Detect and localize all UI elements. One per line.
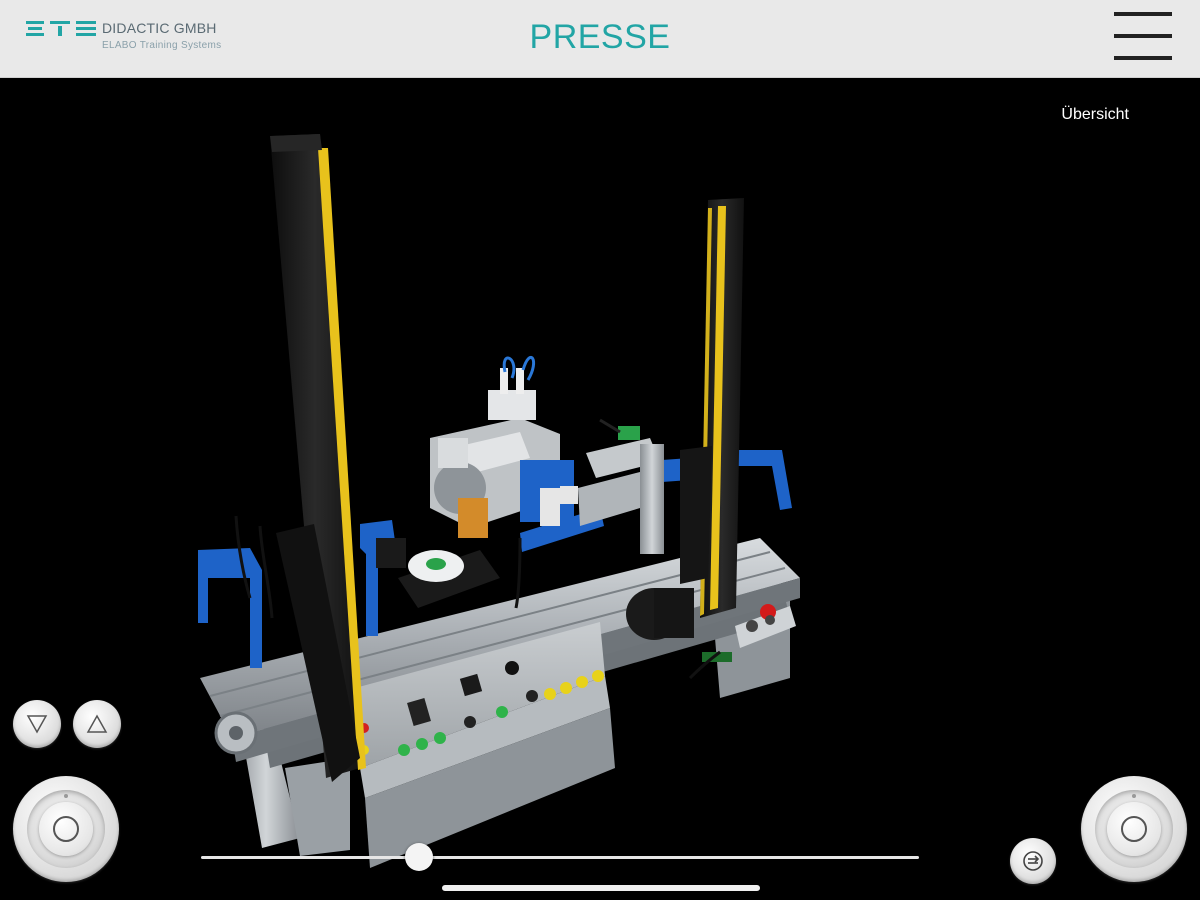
joystick-icon xyxy=(1121,816,1147,842)
press-station-3d-model[interactable] xyxy=(0,78,1200,900)
rotate-joystick[interactable] xyxy=(1081,776,1187,882)
top-bar: DIDACTIC GMBH ELABO Training Systems PRE… xyxy=(0,0,1200,78)
app: DIDACTIC GMBH ELABO Training Systems PRE… xyxy=(0,0,1200,900)
timeline-slider[interactable] xyxy=(201,843,919,871)
press-unit xyxy=(430,355,578,538)
hamburger-menu-button[interactable] xyxy=(1110,12,1176,64)
move-down-button[interactable] xyxy=(13,700,61,748)
move-up-button[interactable] xyxy=(73,700,121,748)
triangle-up-icon xyxy=(86,714,108,733)
reset-view-icon xyxy=(1023,851,1043,871)
light-curtain-right xyxy=(680,198,744,618)
move-joystick[interactable] xyxy=(13,776,119,882)
3d-viewport[interactable]: Übersicht xyxy=(0,78,1200,900)
joystick-notch xyxy=(64,794,68,798)
menu-line xyxy=(1114,34,1172,38)
home-indicator[interactable] xyxy=(442,885,760,891)
joystick-notch xyxy=(1132,794,1136,798)
valve-terminal xyxy=(578,418,664,554)
reset-view-button[interactable] xyxy=(1010,838,1056,884)
overview-link[interactable]: Übersicht xyxy=(1061,106,1129,124)
rotary-disc xyxy=(376,538,500,608)
joystick-icon xyxy=(53,816,79,842)
triangle-down-icon xyxy=(26,715,48,734)
page-title: PRESSE xyxy=(529,18,671,56)
hamburger-menu-icon xyxy=(1114,12,1172,16)
slider-thumb[interactable] xyxy=(404,843,433,871)
menu-line xyxy=(1114,56,1172,60)
